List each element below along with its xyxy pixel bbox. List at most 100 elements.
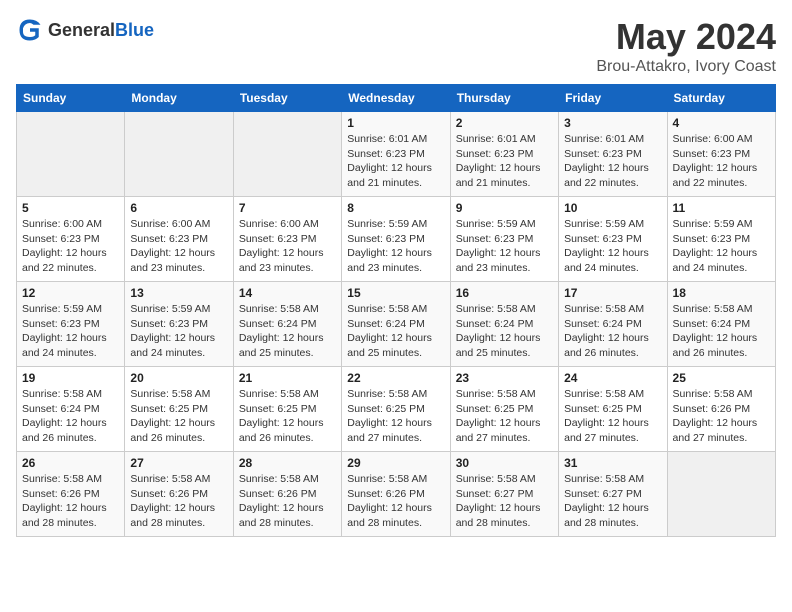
calendar-week-3: 12Sunrise: 5:59 AM Sunset: 6:23 PM Dayli… (17, 282, 776, 367)
day-number: 14 (239, 286, 336, 300)
day-info: Sunrise: 5:58 AM Sunset: 6:27 PM Dayligh… (456, 472, 553, 531)
day-number: 20 (130, 371, 227, 385)
day-info: Sunrise: 5:58 AM Sunset: 6:26 PM Dayligh… (347, 472, 444, 531)
weekday-header-friday: Friday (559, 85, 667, 112)
day-info: Sunrise: 5:58 AM Sunset: 6:24 PM Dayligh… (673, 302, 770, 361)
calendar-cell: 22 Sunrise: 5:58 AM Sunset: 6:25 PM Dayli… (342, 367, 450, 452)
day-info: Sunrise: 5:58 AM Sunset: 6:27 PM Dayligh… (564, 472, 661, 531)
day-number: 29 (347, 456, 444, 470)
calendar-cell: 6 Sunrise: 6:00 AM Sunset: 6:23 PM Daylig… (125, 197, 233, 282)
day-number: 7 (239, 201, 336, 215)
calendar-cell: 15Sunrise: 5:58 AM Sunset: 6:24 PM Dayli… (342, 282, 450, 367)
day-info: Sunrise: 5:58 AM Sunset: 6:26 PM Dayligh… (22, 472, 119, 531)
day-info: Sunrise: 5:59 AM Sunset: 6:23 PM Dayligh… (347, 217, 444, 276)
calendar-table: SundayMondayTuesdayWednesdayThursdayFrid… (16, 84, 776, 537)
calendar-cell: 30 Sunrise: 5:58 AM Sunset: 6:27 PM Dayli… (450, 452, 558, 537)
calendar-cell: 16Sunrise: 5:58 AM Sunset: 6:24 PM Dayli… (450, 282, 558, 367)
day-info: Sunrise: 5:58 AM Sunset: 6:25 PM Dayligh… (347, 387, 444, 446)
day-number: 10 (564, 201, 661, 215)
calendar-cell (125, 112, 233, 197)
calendar-cell: 25 Sunrise: 5:58 AM Sunset: 6:26 PM Dayli… (667, 367, 775, 452)
calendar-cell: 20 Sunrise: 5:58 AM Sunset: 6:25 PM Dayli… (125, 367, 233, 452)
day-info: Sunrise: 6:00 AM Sunset: 6:23 PM Dayligh… (130, 217, 227, 276)
day-info: Sunrise: 5:58 AM Sunset: 6:24 PM Dayligh… (239, 302, 336, 361)
day-number: 18 (673, 286, 770, 300)
calendar-cell: 3Sunrise: 6:01 AM Sunset: 6:23 PM Daylig… (559, 112, 667, 197)
day-info: Sunrise: 5:59 AM Sunset: 6:23 PM Dayligh… (22, 302, 119, 361)
weekday-header-monday: Monday (125, 85, 233, 112)
calendar-cell: 18 Sunrise: 5:58 AM Sunset: 6:24 PM Dayli… (667, 282, 775, 367)
logo-icon (16, 16, 44, 44)
day-number: 5 (22, 201, 119, 215)
calendar-cell: 31 Sunrise: 5:58 AM Sunset: 6:27 PM Dayli… (559, 452, 667, 537)
day-number: 2 (456, 116, 553, 130)
day-number: 6 (130, 201, 227, 215)
location-title: Brou-Attakro, Ivory Coast (596, 58, 776, 76)
day-number: 27 (130, 456, 227, 470)
day-number: 28 (239, 456, 336, 470)
logo-blue-text: Blue (115, 20, 154, 40)
logo-general-text: General (48, 20, 115, 40)
calendar-cell: 29 Sunrise: 5:58 AM Sunset: 6:26 PM Dayli… (342, 452, 450, 537)
day-number: 4 (673, 116, 770, 130)
day-info: Sunrise: 6:01 AM Sunset: 6:23 PM Dayligh… (347, 132, 444, 191)
day-info: Sunrise: 5:58 AM Sunset: 6:24 PM Dayligh… (22, 387, 119, 446)
calendar-cell: 28 Sunrise: 5:58 AM Sunset: 6:26 PM Dayli… (233, 452, 341, 537)
calendar-cell: 14 Sunrise: 5:58 AM Sunset: 6:24 PM Dayli… (233, 282, 341, 367)
day-info: Sunrise: 6:00 AM Sunset: 6:23 PM Dayligh… (673, 132, 770, 191)
day-number: 26 (22, 456, 119, 470)
day-info: Sunrise: 5:58 AM Sunset: 6:25 PM Dayligh… (456, 387, 553, 446)
calendar-cell: 21 Sunrise: 5:58 AM Sunset: 6:25 PM Dayli… (233, 367, 341, 452)
calendar-cell: 5 Sunrise: 6:00 AM Sunset: 6:23 PM Daylig… (17, 197, 125, 282)
day-info: Sunrise: 6:00 AM Sunset: 6:23 PM Dayligh… (22, 217, 119, 276)
calendar-week-5: 26 Sunrise: 5:58 AM Sunset: 6:26 PM Dayli… (17, 452, 776, 537)
calendar-cell: 2 Sunrise: 6:01 AM Sunset: 6:23 PM Daylig… (450, 112, 558, 197)
calendar-week-2: 5 Sunrise: 6:00 AM Sunset: 6:23 PM Daylig… (17, 197, 776, 282)
month-title: May 2024 (596, 16, 776, 58)
day-number: 24 (564, 371, 661, 385)
day-number: 30 (456, 456, 553, 470)
day-number: 25 (673, 371, 770, 385)
calendar-cell: 24 Sunrise: 5:58 AM Sunset: 6:25 PM Dayli… (559, 367, 667, 452)
calendar-week-1: 1 Sunrise: 6:01 AM Sunset: 6:23 PM Daylig… (17, 112, 776, 197)
calendar-cell: 9 Sunrise: 5:59 AM Sunset: 6:23 PM Daylig… (450, 197, 558, 282)
day-number: 13 (130, 286, 227, 300)
calendar-cell: 10 Sunrise: 5:59 AM Sunset: 6:23 PM Dayli… (559, 197, 667, 282)
logo: GeneralBlue (16, 16, 154, 44)
day-info: Sunrise: 5:58 AM Sunset: 6:24 PM Dayligh… (456, 302, 553, 361)
day-info: Sunrise: 5:59 AM Sunset: 6:23 PM Dayligh… (673, 217, 770, 276)
day-number: 23 (456, 371, 553, 385)
weekday-header-saturday: Saturday (667, 85, 775, 112)
weekday-header-sunday: Sunday (17, 85, 125, 112)
calendar-cell (667, 452, 775, 537)
calendar-week-4: 19 Sunrise: 5:58 AM Sunset: 6:24 PM Dayli… (17, 367, 776, 452)
day-info: Sunrise: 5:59 AM Sunset: 6:23 PM Dayligh… (564, 217, 661, 276)
day-info: Sunrise: 5:58 AM Sunset: 6:25 PM Dayligh… (130, 387, 227, 446)
weekday-header-row: SundayMondayTuesdayWednesdayThursdayFrid… (17, 85, 776, 112)
title-block: May 2024 Brou-Attakro, Ivory Coast (596, 16, 776, 76)
day-number: 31 (564, 456, 661, 470)
day-info: Sunrise: 5:58 AM Sunset: 6:26 PM Dayligh… (239, 472, 336, 531)
calendar-cell: 27 Sunrise: 5:58 AM Sunset: 6:26 PM Dayli… (125, 452, 233, 537)
day-info: Sunrise: 5:58 AM Sunset: 6:24 PM Dayligh… (564, 302, 661, 361)
day-number: 1 (347, 116, 444, 130)
day-number: 21 (239, 371, 336, 385)
day-info: Sunrise: 5:59 AM Sunset: 6:23 PM Dayligh… (456, 217, 553, 276)
day-number: 8 (347, 201, 444, 215)
day-info: Sunrise: 6:01 AM Sunset: 6:23 PM Dayligh… (456, 132, 553, 191)
day-info: Sunrise: 5:58 AM Sunset: 6:26 PM Dayligh… (130, 472, 227, 531)
calendar-cell: 4 Sunrise: 6:00 AM Sunset: 6:23 PM Daylig… (667, 112, 775, 197)
day-number: 9 (456, 201, 553, 215)
calendar-cell: 13 Sunrise: 5:59 AM Sunset: 6:23 PM Dayli… (125, 282, 233, 367)
day-info: Sunrise: 5:58 AM Sunset: 6:26 PM Dayligh… (673, 387, 770, 446)
day-info: Sunrise: 5:59 AM Sunset: 6:23 PM Dayligh… (130, 302, 227, 361)
day-info: Sunrise: 5:58 AM Sunset: 6:25 PM Dayligh… (564, 387, 661, 446)
weekday-header-tuesday: Tuesday (233, 85, 341, 112)
day-info: Sunrise: 5:58 AM Sunset: 6:25 PM Dayligh… (239, 387, 336, 446)
day-number: 22 (347, 371, 444, 385)
calendar-cell: 8 Sunrise: 5:59 AM Sunset: 6:23 PM Daylig… (342, 197, 450, 282)
day-number: 19 (22, 371, 119, 385)
calendar-cell: 23 Sunrise: 5:58 AM Sunset: 6:25 PM Dayli… (450, 367, 558, 452)
day-number: 15 (347, 286, 444, 300)
day-number: 17 (564, 286, 661, 300)
